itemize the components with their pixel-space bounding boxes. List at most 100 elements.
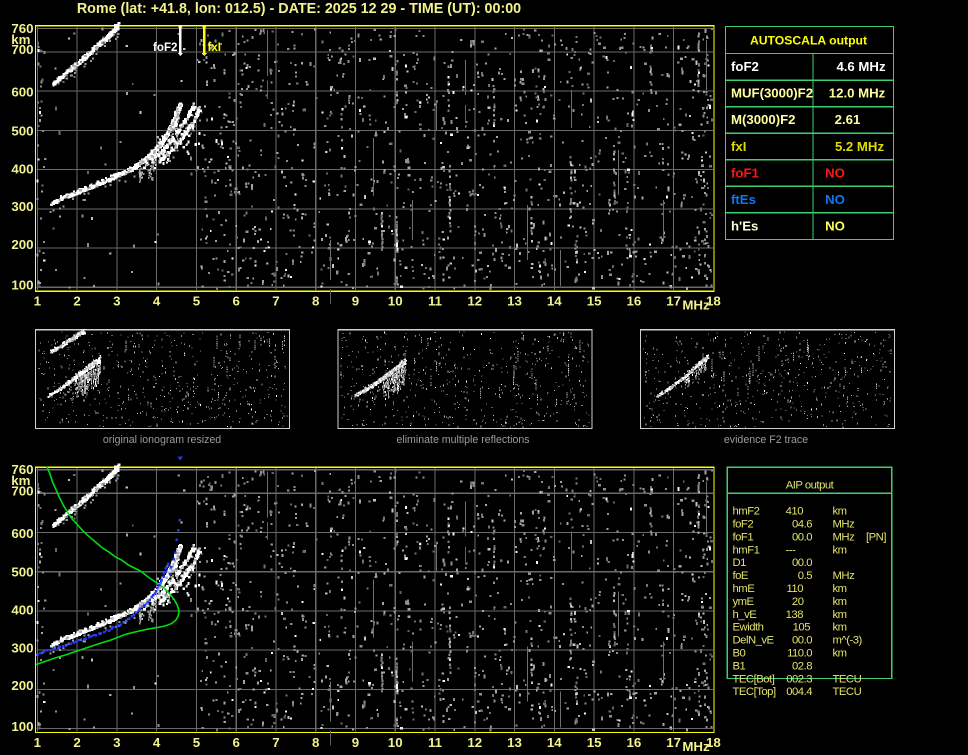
svg-text:500: 500	[11, 123, 33, 138]
svg-text:ymE: ymE	[733, 596, 755, 608]
svg-text:10: 10	[388, 294, 403, 309]
svg-text:foF2: foF2	[731, 59, 759, 74]
svg-text:7: 7	[272, 735, 279, 750]
svg-text:15: 15	[587, 735, 602, 750]
svg-text:TECU: TECU	[833, 673, 862, 685]
svg-text:500: 500	[11, 565, 33, 580]
svg-text:7: 7	[272, 294, 279, 309]
svg-text:4.6 MHz: 4.6 MHz	[836, 59, 886, 74]
svg-text:3: 3	[113, 735, 120, 750]
svg-text:km: km	[833, 583, 847, 595]
svg-text:foF1: foF1	[731, 165, 759, 180]
svg-text:km: km	[11, 473, 30, 488]
svg-text:13: 13	[507, 735, 522, 750]
svg-text:km: km	[833, 544, 847, 556]
svg-text:2: 2	[73, 294, 80, 309]
svg-text:DelN_vE: DelN_vE	[733, 635, 775, 647]
svg-text:foF2: foF2	[153, 41, 177, 54]
svg-text:m^(-3): m^(-3)	[833, 635, 863, 647]
svg-text:10: 10	[388, 735, 403, 750]
svg-text:300: 300	[11, 199, 33, 214]
svg-text:110: 110	[786, 583, 803, 595]
svg-text:fxI: fxI	[208, 41, 222, 54]
svg-text:00.0: 00.0	[792, 635, 812, 647]
svg-text:14: 14	[547, 294, 562, 309]
svg-text:5: 5	[193, 735, 201, 750]
svg-text:km: km	[833, 622, 847, 634]
svg-text:17: 17	[666, 294, 681, 309]
svg-text:original ionogram resized: original ionogram resized	[103, 434, 221, 446]
svg-text:foE: foE	[733, 570, 749, 582]
svg-text:138: 138	[786, 609, 804, 621]
svg-text:M(3000)F2: M(3000)F2	[731, 112, 796, 127]
svg-text:km: km	[833, 609, 847, 621]
svg-text:16: 16	[627, 294, 642, 309]
svg-text:8: 8	[312, 294, 319, 309]
svg-text:0.5: 0.5	[798, 570, 812, 582]
svg-text:MHz: MHz	[682, 739, 710, 754]
svg-text:002.3: 002.3	[786, 673, 812, 685]
svg-text:h_vE: h_vE	[733, 609, 758, 621]
svg-text:12: 12	[467, 735, 482, 750]
svg-text:2: 2	[73, 735, 80, 750]
svg-text:Rome (lat: +41.8, lon: 012.5): Rome (lat: +41.8, lon: 012.5) - DATE: 20…	[77, 1, 521, 17]
svg-text:evidence F2 trace: evidence F2 trace	[724, 434, 808, 446]
svg-text:4: 4	[153, 735, 161, 750]
svg-text:200: 200	[11, 678, 33, 693]
svg-text:km: km	[833, 506, 847, 518]
svg-text:D1: D1	[733, 557, 747, 569]
svg-text:6: 6	[232, 294, 239, 309]
svg-text:---: ---	[786, 544, 797, 556]
svg-text:NO: NO	[825, 219, 845, 234]
svg-text:11: 11	[428, 735, 443, 750]
svg-text:h'Es: h'Es	[731, 219, 758, 234]
svg-text:1: 1	[34, 294, 42, 309]
svg-text:6: 6	[232, 735, 239, 750]
svg-text:400: 400	[11, 603, 33, 618]
svg-text:5.2 MHz: 5.2 MHz	[835, 139, 885, 154]
svg-text:fxI: fxI	[731, 139, 746, 154]
svg-text:300: 300	[11, 640, 33, 655]
svg-text:600: 600	[11, 526, 33, 541]
svg-text:100: 100	[11, 278, 33, 293]
svg-text:B1: B1	[733, 660, 746, 672]
svg-text:004.4: 004.4	[786, 686, 812, 698]
svg-text:02.8: 02.8	[792, 660, 812, 672]
svg-text:00.0: 00.0	[792, 531, 812, 543]
svg-text:1: 1	[34, 735, 42, 750]
svg-text:TEC[Top]: TEC[Top]	[733, 686, 776, 698]
svg-text:16: 16	[627, 735, 642, 750]
svg-text:100: 100	[11, 719, 33, 734]
svg-text:5: 5	[193, 294, 201, 309]
svg-text:14: 14	[547, 735, 562, 750]
svg-text:12.0 MHz: 12.0 MHz	[829, 86, 886, 101]
svg-text:20: 20	[792, 596, 804, 608]
svg-text:MUF(3000)F2: MUF(3000)F2	[731, 86, 813, 101]
svg-text:km: km	[833, 596, 847, 608]
svg-text:MHz: MHz	[833, 531, 856, 543]
svg-text:400: 400	[11, 161, 33, 176]
svg-text:9: 9	[352, 735, 359, 750]
svg-text:AIP output: AIP output	[786, 479, 835, 491]
svg-text:3: 3	[113, 294, 120, 309]
svg-text:ftEs: ftEs	[731, 192, 756, 207]
svg-text:hmF2: hmF2	[733, 506, 760, 518]
svg-text:15: 15	[587, 294, 602, 309]
svg-text:2.61: 2.61	[835, 112, 861, 127]
svg-text:00.0: 00.0	[792, 557, 812, 569]
svg-text:hmE: hmE	[733, 583, 756, 595]
svg-text:110.0: 110.0	[787, 648, 812, 660]
svg-text:AUTOSCALA output: AUTOSCALA output	[750, 34, 867, 48]
svg-text:NO: NO	[825, 165, 845, 180]
svg-text:MHz: MHz	[833, 519, 856, 531]
svg-text:MHz: MHz	[682, 298, 710, 313]
svg-text:foF2: foF2	[733, 519, 754, 531]
svg-text:B0: B0	[733, 648, 746, 660]
svg-text:8: 8	[312, 735, 319, 750]
svg-text:4: 4	[153, 294, 161, 309]
svg-text:410: 410	[786, 506, 804, 518]
svg-text:hmF1: hmF1	[733, 544, 760, 556]
svg-text:200: 200	[11, 237, 33, 252]
svg-text:km: km	[11, 32, 30, 47]
svg-text:NO: NO	[825, 192, 845, 207]
